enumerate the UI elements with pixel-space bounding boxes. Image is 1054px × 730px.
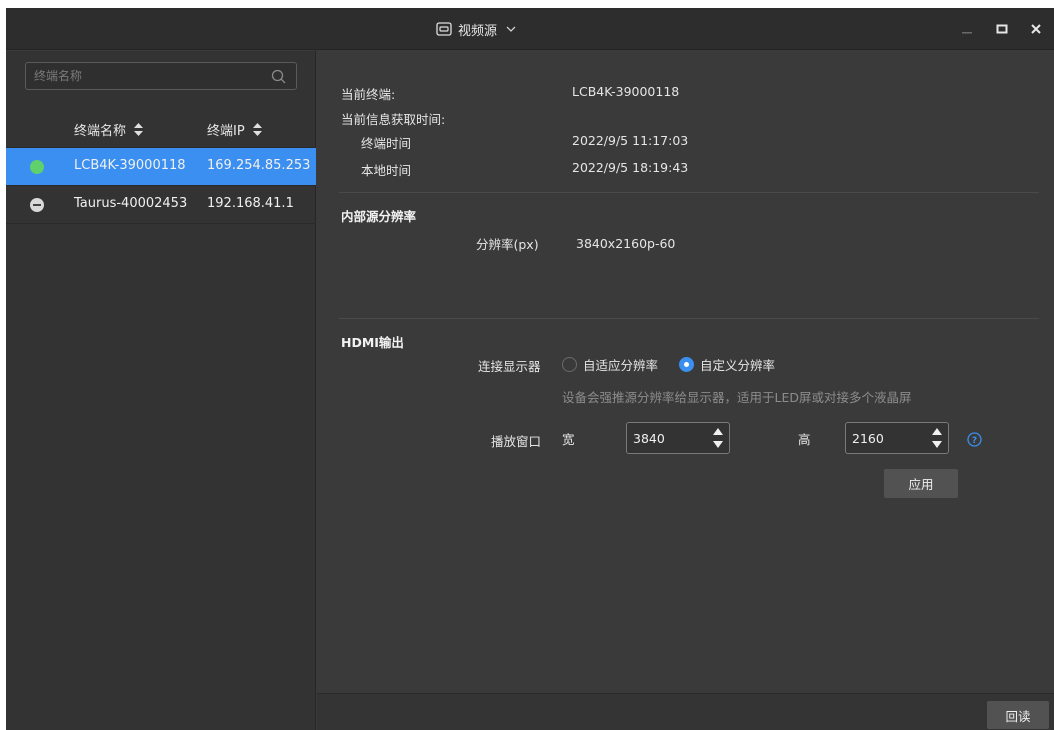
terminal-name: Taurus-40002453 (74, 196, 188, 211)
chevron-down-icon (506, 26, 516, 32)
search-icon[interactable] (271, 69, 286, 84)
maximize-icon[interactable] (994, 21, 1010, 37)
radio-checked-icon (679, 357, 694, 372)
internal-source-title: 内部源分辨率 (341, 209, 417, 224)
radio-custom-resolution[interactable]: 自定义分辨率 (679, 355, 775, 374)
local-time-label: 本地时间 (361, 163, 412, 178)
app-window: 视频源 终端名称 终端名称 终端IP LCB4K-39000118 169.25… (6, 8, 1054, 730)
connect-display-label: 连接显示器 (478, 359, 541, 374)
offline-status-icon (30, 198, 44, 212)
width-label: 宽 (562, 432, 575, 447)
table-row[interactable]: Taurus-40002453 192.168.41.1 (6, 186, 316, 224)
svg-text:?: ? (972, 436, 977, 446)
window-title: 视频源 (458, 23, 498, 39)
search-box (25, 62, 297, 90)
height-label: 高 (798, 432, 811, 447)
height-input[interactable] (846, 423, 926, 453)
minimize-icon[interactable] (959, 21, 975, 37)
stepper-arrows-icon[interactable] (713, 427, 723, 449)
radio-custom-label: 自定义分辨率 (700, 358, 776, 373)
hdmi-output-title: HDMI输出 (341, 335, 404, 350)
fetch-time-label: 当前信息获取时间: (341, 112, 446, 127)
section-divider (339, 318, 1039, 319)
detail-panel: 当前终端: LCB4K-39000118 当前信息获取时间: 终端时间 2022… (317, 51, 1054, 730)
sort-icon (252, 123, 262, 136)
width-stepper[interactable] (626, 422, 730, 454)
local-time-value: 2022/9/5 18:19:43 (572, 160, 689, 175)
help-icon[interactable]: ? (967, 432, 982, 447)
radio-auto-label: 自适应分辨率 (583, 358, 659, 373)
column-name-label: 终端名称 (74, 124, 127, 139)
video-source-icon (436, 22, 452, 36)
close-icon[interactable] (1028, 21, 1044, 37)
search-input[interactable] (26, 63, 266, 89)
terminal-list-panel: 终端名称 终端IP LCB4K-39000118 169.254.85.253 (6, 51, 316, 730)
radio-unchecked-icon (562, 357, 577, 372)
column-header-name[interactable]: 终端名称 (74, 120, 144, 139)
width-input[interactable] (627, 423, 707, 453)
sort-icon (134, 123, 144, 136)
current-terminal-label: 当前终端: (341, 87, 396, 102)
section-divider (339, 192, 1039, 193)
resolution-value: 3840x2160p-60 (576, 236, 676, 251)
title-dropdown[interactable]: 视频源 (436, 19, 517, 39)
play-window-label: 播放窗口 (491, 434, 542, 449)
hint-text: 设备会强推源分辨率给显示器，适用于LED屏或对接多个液晶屏 (562, 390, 912, 405)
column-ip-label: 终端IP (207, 124, 245, 139)
table-row[interactable]: LCB4K-39000118 169.254.85.253 (6, 148, 316, 186)
stepper-arrows-icon[interactable] (932, 427, 942, 449)
resolution-label: 分辨率(px) (476, 237, 539, 252)
terminal-time-value: 2022/9/5 11:17:03 (572, 133, 689, 148)
table-header: 终端名称 终端IP (6, 108, 316, 148)
apply-button[interactable]: 应用 (884, 469, 958, 498)
readback-button[interactable]: 回读 (987, 701, 1049, 729)
radio-auto-resolution[interactable]: 自适应分辨率 (562, 355, 658, 374)
footer-bar: 回读 (317, 693, 1054, 730)
terminal-ip: 169.254.85.253 (207, 158, 311, 173)
terminal-ip: 192.168.41.1 (207, 196, 294, 211)
height-stepper[interactable] (845, 422, 949, 454)
column-header-ip[interactable]: 终端IP (207, 120, 262, 139)
title-bar: 视频源 (6, 8, 1054, 50)
terminal-name: LCB4K-39000118 (74, 158, 186, 173)
current-terminal-value: LCB4K-39000118 (572, 84, 680, 99)
terminal-time-label: 终端时间 (361, 136, 412, 151)
online-status-icon (30, 160, 44, 174)
